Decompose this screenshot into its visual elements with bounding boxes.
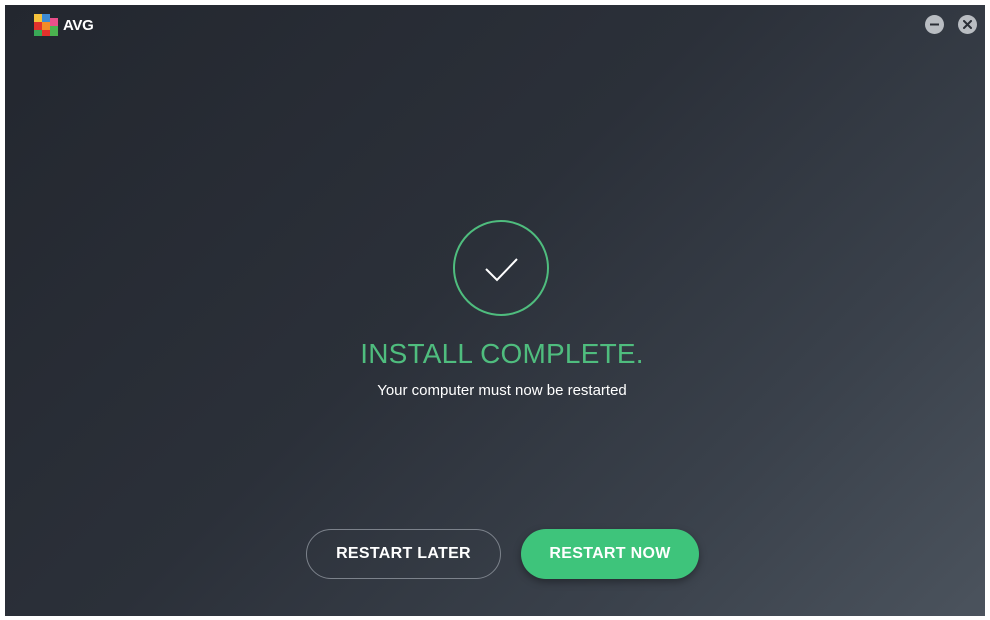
restart-later-button[interactable]: RESTART LATER: [306, 529, 501, 579]
installer-window: AVG INSTALL COMPLETE. Your computer must…: [5, 5, 985, 616]
install-status-title: INSTALL COMPLETE.: [360, 338, 644, 369]
install-status-subtitle: Your computer must now be restarted: [377, 382, 627, 399]
restart-now-button[interactable]: RESTART NOW: [521, 529, 699, 579]
checkmark-icon: [453, 220, 549, 316]
install-complete-panel: INSTALL COMPLETE. Your computer must now…: [5, 5, 985, 616]
